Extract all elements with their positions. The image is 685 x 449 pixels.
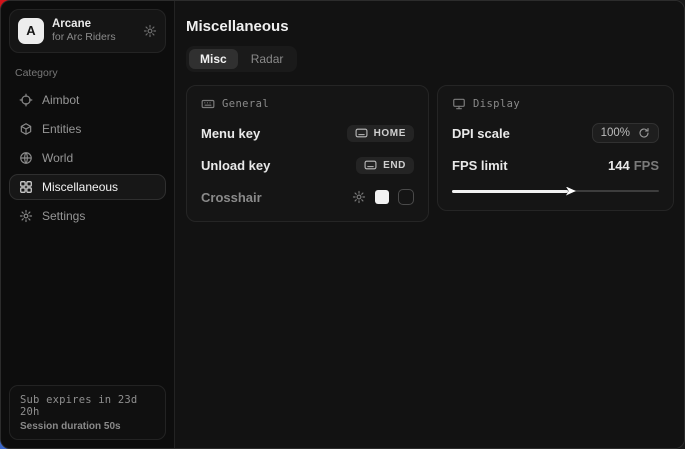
monitor-icon	[452, 97, 466, 111]
sidebar-item-world[interactable]: World	[9, 145, 166, 171]
sub-expires-text: Sub expires in 23d 20h	[20, 394, 155, 418]
sidebar-item-label: Entities	[42, 122, 81, 136]
display-panel: Display DPI scale 100% FPS limit	[437, 85, 674, 211]
session-duration-text: Session duration 50s	[20, 421, 155, 432]
app-subtitle: for Arc Riders	[52, 31, 135, 44]
sidebar-item-entities[interactable]: Entities	[9, 116, 166, 142]
unload-key-value: END	[383, 160, 406, 171]
sidebar: A Arcane for Arc Riders Category	[1, 1, 175, 448]
fps-slider-fill	[452, 190, 568, 193]
dpi-scale-row: DPI scale 100%	[452, 123, 659, 143]
fps-limit-label: FPS limit	[452, 158, 508, 173]
sidebar-item-aimbot[interactable]: Aimbot	[9, 87, 166, 113]
tab-misc[interactable]: Misc	[189, 49, 238, 69]
sidebar-item-label: Miscellaneous	[42, 180, 118, 194]
crosshair-label: Crosshair	[201, 190, 262, 205]
menu-key-bind-button[interactable]: HOME	[347, 125, 414, 142]
profile-text: Arcane for Arc Riders	[52, 17, 135, 45]
keyboard-icon	[355, 128, 368, 138]
profile-card[interactable]: A Arcane for Arc Riders	[9, 9, 166, 53]
general-panel: General Menu key HOME Unload key	[186, 85, 429, 222]
crosshair-row: Crosshair	[201, 187, 414, 207]
keyboard-icon	[364, 160, 377, 170]
general-panel-title: General	[222, 98, 269, 110]
grid-icon	[19, 180, 33, 194]
menu-key-row: Menu key HOME	[201, 123, 414, 143]
display-panel-header: Display	[452, 97, 659, 111]
keyboard-icon	[201, 97, 215, 111]
sidebar-item-label: World	[42, 151, 73, 165]
fps-number: 144	[608, 158, 630, 173]
dpi-scale-value: 100%	[601, 127, 630, 139]
crosshair-settings-gear-icon[interactable]	[352, 190, 366, 204]
menu-key-value: HOME	[374, 128, 406, 139]
panels-row: General Menu key HOME Unload key	[186, 85, 674, 222]
app-title: Arcane	[52, 17, 135, 31]
fps-limit-row: FPS limit 144 FPS	[452, 155, 659, 175]
crosshair-checkbox[interactable]	[398, 189, 414, 205]
menu-key-label: Menu key	[201, 126, 260, 141]
unload-key-row: Unload key END	[201, 155, 414, 175]
unload-key-bind-button[interactable]: END	[356, 157, 414, 174]
subscription-card: Sub expires in 23d 20h Session duration …	[9, 385, 166, 440]
sidebar-item-label: Aimbot	[42, 93, 79, 107]
app-window: A Arcane for Arc Riders Category	[0, 0, 685, 449]
fps-limit-slider[interactable]	[452, 186, 659, 196]
sidebar-item-miscellaneous[interactable]: Miscellaneous	[9, 174, 166, 200]
sidebar-nav: Aimbot Entities World	[1, 87, 174, 229]
profile-gear-icon[interactable]	[143, 24, 157, 38]
gear-icon	[19, 209, 33, 223]
sidebar-item-label: Settings	[42, 209, 85, 223]
reset-icon	[638, 127, 650, 139]
fps-unit: FPS	[634, 158, 659, 173]
crosshair-controls	[352, 189, 414, 205]
globe-icon	[19, 151, 33, 165]
crosshair-icon	[19, 93, 33, 107]
category-label: Category	[15, 67, 160, 79]
tab-radar[interactable]: Radar	[240, 49, 295, 69]
main-content: Miscellaneous Misc Radar General Menu ke…	[175, 1, 685, 448]
display-panel-title: Display	[473, 98, 520, 110]
page-title: Miscellaneous	[186, 18, 674, 35]
unload-key-label: Unload key	[201, 158, 270, 173]
general-panel-header: General	[201, 97, 414, 111]
tab-bar: Misc Radar	[186, 46, 297, 72]
sidebar-item-settings[interactable]: Settings	[9, 203, 166, 229]
crosshair-color-swatch[interactable]	[375, 190, 389, 204]
avatar: A	[18, 18, 44, 44]
dpi-scale-label: DPI scale	[452, 126, 510, 141]
cube-icon	[19, 122, 33, 136]
fps-limit-value: 144 FPS	[608, 158, 659, 173]
dpi-scale-select[interactable]: 100%	[592, 123, 659, 143]
